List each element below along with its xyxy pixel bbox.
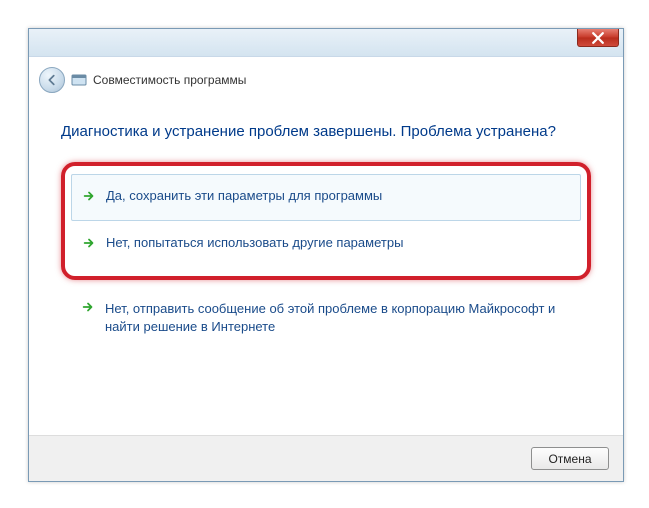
option-label: Нет, попытаться использовать другие пара…	[106, 234, 403, 252]
highlighted-options-group: Да, сохранить эти параметры для программ…	[61, 162, 591, 280]
page-heading: Диагностика и устранение проблем заверше…	[61, 123, 591, 140]
arrow-right-icon	[82, 236, 96, 255]
option-no-report[interactable]: Нет, отправить сообщение об этой проблем…	[61, 290, 591, 346]
arrow-right-icon	[82, 189, 96, 208]
footer: Отмена	[29, 435, 623, 481]
option-no-retry[interactable]: Нет, попытаться использовать другие пара…	[71, 221, 581, 268]
content-area: Диагностика и устранение проблем заверше…	[29, 99, 623, 429]
header-row: Совместимость программы	[29, 57, 623, 99]
titlebar	[29, 29, 623, 57]
dialog-window: Совместимость программы Диагностика и ус…	[28, 28, 624, 482]
close-button[interactable]	[577, 29, 619, 47]
back-arrow-icon	[45, 73, 59, 87]
app-icon	[71, 72, 87, 88]
cancel-button[interactable]: Отмена	[531, 447, 609, 470]
option-label: Да, сохранить эти параметры для программ…	[106, 187, 382, 205]
option-label: Нет, отправить сообщение об этой проблем…	[105, 300, 575, 336]
window-title: Совместимость программы	[93, 73, 246, 87]
back-button[interactable]	[39, 67, 65, 93]
close-icon	[592, 32, 604, 44]
option-yes-save[interactable]: Да, сохранить эти параметры для программ…	[71, 174, 581, 221]
arrow-right-icon	[81, 300, 95, 319]
